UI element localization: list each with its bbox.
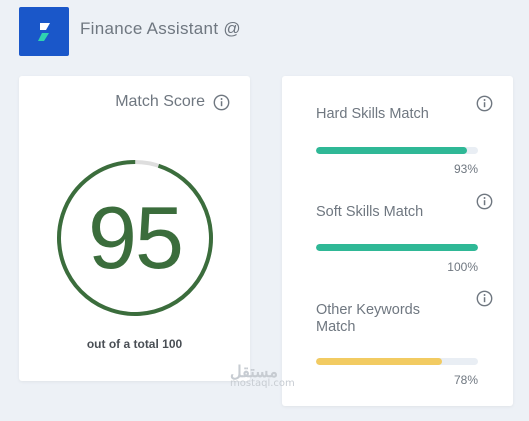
score-value: 95 [88, 188, 184, 287]
logo-icon [38, 22, 50, 41]
other-keywords-percent: 78% [453, 373, 478, 387]
soft-skills-bar [316, 244, 478, 251]
hard-skills-bar-fill [316, 147, 467, 154]
info-icon[interactable] [476, 193, 493, 210]
info-icon[interactable] [213, 94, 230, 111]
soft-skills-bar-fill [316, 244, 478, 251]
hard-skills-bar [316, 147, 478, 154]
info-icon[interactable] [476, 95, 493, 112]
match-score-title: Match Score [115, 93, 205, 110]
info-icon[interactable] [476, 290, 493, 307]
other-keywords-bar-fill [316, 358, 443, 365]
skills-card: Hard Skills Match 93% Soft Skills Match … [282, 76, 513, 406]
hard-skills-label: Hard Skills Match [316, 106, 429, 122]
other-keywords-bar [316, 358, 478, 365]
other-keywords-label: Other Keywords Match [316, 302, 420, 335]
watermark-latin: mostaql.com [230, 378, 295, 389]
score-caption: out of a total 100 [86, 337, 183, 351]
app-title: Finance Assistant @ [80, 19, 241, 38]
match-score-card: Match Score 95 out of a total 100 [19, 76, 250, 381]
app-logo[interactable] [19, 7, 69, 56]
soft-skills-percent: 100% [447, 260, 478, 274]
soft-skills-label: Soft Skills Match [316, 204, 424, 220]
hard-skills-percent: 93% [453, 162, 478, 176]
